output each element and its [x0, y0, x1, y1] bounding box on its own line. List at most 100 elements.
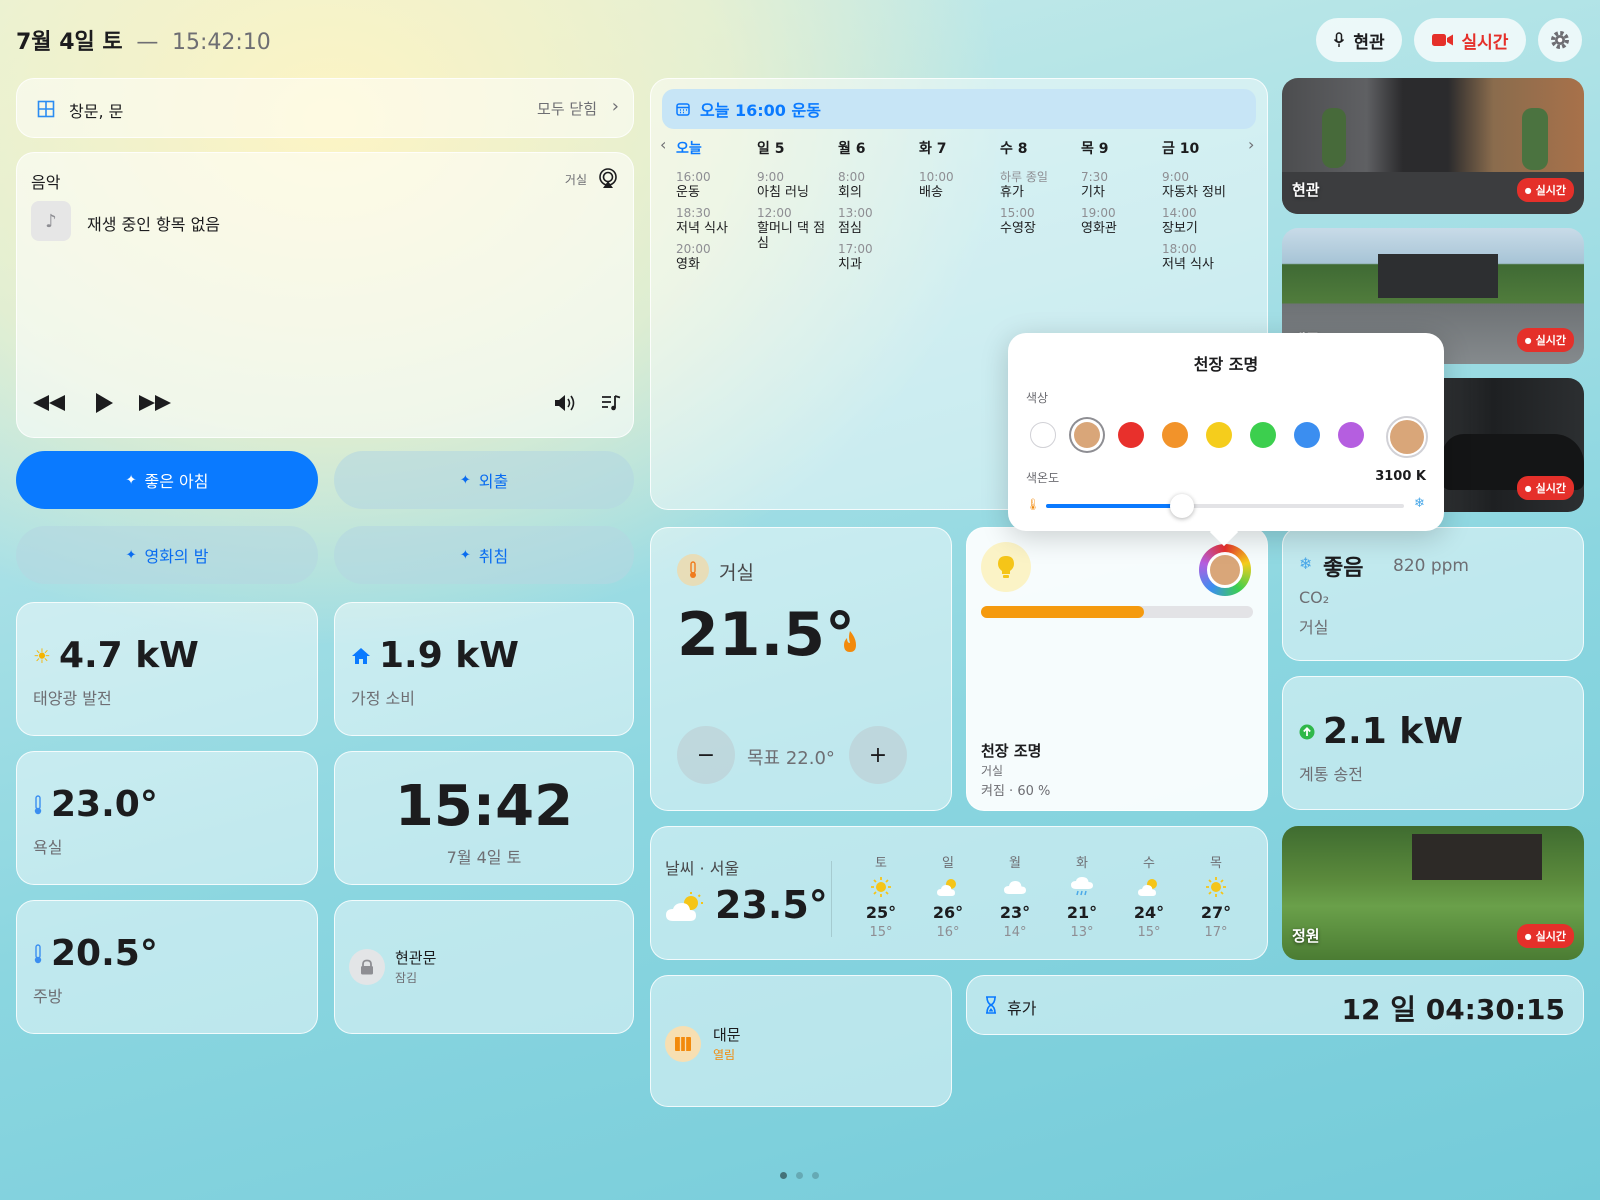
calendar-event-title[interactable]: 장보기: [1162, 221, 1242, 236]
decrease-temp-button[interactable]: −: [677, 726, 735, 784]
home-consumption-tile[interactable]: 1.9 kW 가정 소비: [334, 602, 634, 736]
color-swatch[interactable]: [1118, 422, 1144, 448]
forecast-day: 월 23° 14°: [990, 852, 1040, 940]
previous-track-icon[interactable]: [31, 393, 67, 413]
color-swatch[interactable]: [1250, 422, 1276, 448]
calendar-day[interactable]: 오늘 16:00 운동 18:30 저녁 식사 20:00 영화: [676, 138, 756, 278]
calendar-event-time: 19:00: [1081, 206, 1116, 220]
color-swatch[interactable]: [1030, 422, 1056, 448]
camera-front-door[interactable]: 현관 ● 실시간: [1282, 78, 1584, 214]
next-track-icon[interactable]: [137, 393, 173, 413]
forecast-day-name: 토: [875, 856, 887, 871]
calendar-day[interactable]: 일 5 9:00 아침 러닝 12:00 할머니 댁 점심: [757, 138, 837, 257]
page-dot[interactable]: [812, 1172, 819, 1179]
calendar-event-time: 8:00: [838, 170, 865, 184]
calendar-day[interactable]: 목 9 7:30 기차 19:00 영화관: [1081, 138, 1161, 242]
scene-label: 좋은 아침: [144, 472, 209, 491]
calendar-event-title[interactable]: 운동: [676, 185, 756, 200]
cloud-icon: [990, 875, 1040, 899]
color-swatch[interactable]: [1294, 422, 1320, 448]
front-door-lock-name: 현관문: [395, 949, 437, 967]
page-indicator[interactable]: [780, 1172, 819, 1179]
color-temp-slider[interactable]: [1046, 504, 1404, 508]
color-swatch[interactable]: [1162, 422, 1188, 448]
forecast-high: 24°: [1133, 903, 1165, 922]
kitchen-temp-tile[interactable]: 20.5° 주방: [16, 900, 318, 1034]
calendar-event-title[interactable]: 영화: [676, 257, 756, 272]
volume-icon[interactable]: [553, 393, 579, 413]
calendar-event-time: 10:00: [919, 170, 954, 184]
bathroom-label: 욕실: [33, 838, 63, 857]
scene-sleep-button[interactable]: ✦ 취침: [334, 526, 634, 584]
settings-button[interactable]: [1538, 18, 1582, 62]
color-temp-fill: [1046, 504, 1183, 508]
color-swatch[interactable]: [1074, 422, 1100, 448]
live-button[interactable]: 실시간: [1414, 18, 1526, 62]
air-quality-tile[interactable]: ❄ 좋음 820 ppm CO₂ 거실: [1282, 527, 1584, 661]
page-dot[interactable]: [780, 1172, 787, 1179]
calendar-day[interactable]: 금 10 9:00 자동차 정비 14:00 장보기 18:00 저녁 식사: [1162, 138, 1242, 278]
cool-temp-icon: ❄: [1414, 496, 1425, 511]
front-door-camera-button[interactable]: 현관: [1316, 18, 1402, 62]
calendar-event-title[interactable]: 저녁 식사: [1162, 257, 1242, 272]
gate-tile[interactable]: 대문 열림: [650, 975, 952, 1107]
color-wheel-button[interactable]: [1199, 544, 1251, 596]
header-time: 15:42:10: [172, 30, 271, 55]
grid-export-tile[interactable]: 2.1 kW 계통 송전: [1282, 676, 1584, 810]
airplay-icon[interactable]: [597, 167, 619, 189]
calendar-event-title[interactable]: 치과: [838, 257, 918, 272]
brightness-bar[interactable]: [981, 606, 1253, 618]
calendar-event-title[interactable]: 수영장: [1000, 221, 1080, 236]
sun-icon: [1191, 875, 1241, 899]
music-room: 거실: [564, 173, 587, 187]
bathroom-temp-tile[interactable]: 23.0° 욕실: [16, 751, 318, 885]
calendar-event-title[interactable]: 아침 러닝: [757, 185, 837, 200]
lock-icon: [349, 949, 385, 985]
color-swatch[interactable]: [1206, 422, 1232, 448]
ceiling-light-tile[interactable]: 천장 조명 거실 켜짐 · 60 %: [966, 527, 1268, 811]
kitchen-temp-value: 20.5°: [51, 933, 158, 974]
calendar-event-title[interactable]: 배송: [919, 185, 999, 200]
calendar-event-time: 18:30: [676, 206, 711, 220]
calendar-event-title[interactable]: 영화관: [1081, 221, 1161, 236]
thermometer-icon: [677, 554, 709, 586]
calendar-event-title[interactable]: 회의: [838, 185, 918, 200]
calendar-day[interactable]: 수 8 하루 종일 휴가 15:00 수영장: [1000, 138, 1080, 242]
calendar-event-title[interactable]: 점심: [838, 221, 918, 236]
calendar-day-label: 화 7: [919, 141, 947, 157]
forecast-day-name: 수: [1143, 856, 1155, 871]
scene-movie-night-button[interactable]: ✦ 영화의 밤: [16, 526, 318, 584]
windows-doors-card[interactable]: 창문, 문 모두 닫힘 ›: [16, 78, 634, 138]
weather-current-temp: 23.5°: [715, 883, 828, 927]
calendar-next-event-banner[interactable]: 오늘 16:00 운동: [662, 89, 1256, 129]
weather-divider: [831, 861, 832, 937]
calendar-event-title[interactable]: 기차: [1081, 185, 1161, 200]
calendar-day[interactable]: 월 6 8:00 회의 13:00 점심 17:00 치과: [838, 138, 918, 278]
vacation-countdown-tile[interactable]: 휴가 12 일 04:30:15: [966, 975, 1584, 1035]
forecast-day: 일 26° 16°: [923, 852, 973, 940]
scene-good-morning-button[interactable]: ✦ 좋은 아침: [16, 451, 318, 509]
calendar-event-title[interactable]: 저녁 식사: [676, 221, 756, 236]
calendar-event-title[interactable]: 할머니 댁 점심: [757, 221, 837, 251]
calendar-event-time: 9:00: [757, 170, 784, 184]
page-dot[interactable]: [796, 1172, 803, 1179]
play-icon[interactable]: [93, 391, 115, 415]
clock-date: 7월 4일 토: [446, 848, 522, 867]
scene-away-button[interactable]: ✦ 외출: [334, 451, 634, 509]
queue-icon[interactable]: [601, 393, 621, 413]
calendar-event-title[interactable]: 휴가: [1000, 185, 1080, 200]
camera-garden[interactable]: 정원 ● 실시간: [1282, 826, 1584, 960]
calendar-prev-icon[interactable]: ‹: [660, 135, 666, 154]
color-swatch[interactable]: [1338, 422, 1364, 448]
calendar-day-label: 목 9: [1081, 141, 1109, 157]
calendar-event-time: 9:00: [1162, 170, 1189, 184]
countdown-value: 12 일 04:30:15: [1341, 993, 1565, 1026]
calendar-day[interactable]: 화 7 10:00 배송: [919, 138, 999, 206]
color-temp-knob[interactable]: [1170, 494, 1195, 518]
front-door-lock-tile[interactable]: 현관문 잠김: [334, 900, 634, 1034]
calendar-next-icon[interactable]: ›: [1248, 135, 1254, 154]
solar-tile[interactable]: ☀ 4.7 kW 태양광 발전: [16, 602, 318, 736]
custom-color-button[interactable]: [1386, 416, 1428, 458]
increase-temp-button[interactable]: +: [849, 726, 907, 784]
calendar-event-title[interactable]: 자동차 정비: [1162, 185, 1242, 200]
